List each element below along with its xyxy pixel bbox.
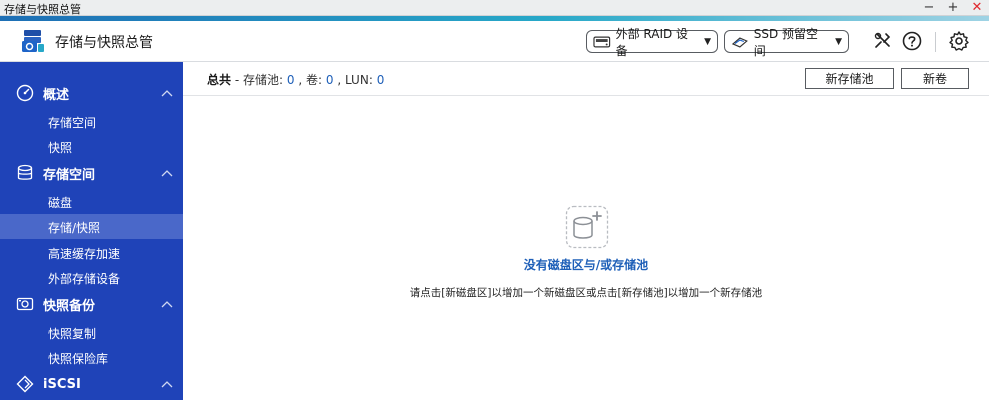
sidebar-item-external-storage[interactable]: 外部存储设备 [0,265,183,290]
sidebar-item-label: 存储空间 [48,116,97,130]
tools-icon[interactable] [872,30,894,52]
summary-total-label: 总共 [207,73,232,87]
sidebar-group-iscsi[interactable]: iSCSI [0,369,183,399]
sidebar-item-label: 存储/快照 [48,221,101,235]
external-raid-button[interactable]: 外部 RAID 设备 ▼ [586,27,718,58]
header-divider [935,32,936,52]
ssd-icon [731,36,748,48]
sidebar-item-label: 快照 [48,141,73,155]
app-title: 存储与快照总管 [55,35,153,51]
sidebar-item-label: 快照复制 [48,327,97,341]
sidebar-group-storage[interactable]: 存储空间 [0,158,183,188]
external-raid-label: 外部 RAID 设备 [615,26,689,58]
summary-lun-count: 0 [376,73,385,87]
chevron-down-icon: ▼ [704,36,711,47]
sidebar-item-label: 快照保险库 [48,352,109,366]
minimize-button[interactable]: − [923,0,935,16]
sidebar: 概述 存储空间 快照 存储空间 磁盘 存储/快照 高速缓存加速 外部存储设备 快… [0,62,183,400]
gear-icon[interactable] [948,30,970,52]
sidebar-group-snapshot-backup[interactable]: 快照备份 [0,289,183,319]
sidebar-item-snapshot-replica[interactable]: 快照复制 [0,320,183,345]
sidebar-item-disks[interactable]: 磁盘 [0,189,183,214]
sidebar-group-label: 存储空间 [43,167,96,183]
summary-volume-count: 0 [325,73,334,87]
window-titlebar: 存储与快照总管 − + ✕ [0,0,989,16]
sidebar-item-snapshot-vault[interactable]: 快照保险库 [0,345,183,370]
app-header: 存储与快照总管 外部 RAID 设备 ▼ SSD 预留空间 ▼ [0,21,989,62]
window-controls: − + ✕ [923,0,983,16]
ssd-overprovision-button[interactable]: SSD 预留空间 ▼ [724,27,849,58]
maximize-button[interactable]: + [947,0,959,16]
help-icon[interactable] [901,30,923,52]
empty-state-description: 请点击[新磁盘区]以增加一个新磁盘区或点击[新存储池]以增加一个新存储池 [409,287,763,299]
empty-state-title: 没有磁盘区与/或存储池 [523,258,649,272]
new-volume-button[interactable]: 新卷 [901,68,969,89]
sidebar-item-snapshot[interactable]: 快照 [0,134,183,159]
window-title: 存储与快照总管 [4,3,81,16]
main-content: 总共 - 存储池: 0 , 卷: 0 , LUN: 0 新存储池 新卷 没有磁盘… [183,62,989,400]
ssd-overprovision-label: SSD 预留空间 [753,26,819,58]
summary-pool-label: 存储池: [243,73,284,87]
chevron-up-icon [161,381,173,388]
database-icon [17,164,33,180]
close-button[interactable]: ✕ [971,0,983,16]
sidebar-group-label: 快照备份 [43,298,96,314]
chevron-up-icon [161,90,173,97]
sidebar-group-label: iSCSI [43,376,81,392]
summary-lun-label: LUN: [344,73,373,87]
sidebar-group-label: 概述 [43,87,70,103]
sidebar-item-cache-acceleration[interactable]: 高速缓存加速 [0,240,183,265]
new-storage-pool-button[interactable]: 新存储池 [805,68,894,89]
storage-summary: 总共 - 存储池: 0 , 卷: 0 , LUN: 0 [207,73,385,87]
sidebar-item-storage-snapshot[interactable]: 存储/快照 [0,214,183,239]
sidebar-item-label: 磁盘 [48,196,73,210]
iscsi-icon [16,375,34,393]
chevron-down-icon: ▼ [835,36,842,47]
disk-icon [593,36,611,47]
sidebar-item-label: 高速缓存加速 [48,247,121,261]
summary-pool-count: 0 [286,73,295,87]
empty-storage-icon [565,205,609,249]
sidebar-item-label: 外部存储设备 [48,272,121,286]
chevron-up-icon [161,170,173,177]
camera-icon [16,297,34,311]
chevron-up-icon [161,301,173,308]
summary-volume-label: 卷: [305,73,323,87]
logo-icon [22,30,44,52]
dashboard-icon [16,84,34,102]
sidebar-group-overview[interactable]: 概述 [0,78,183,108]
sidebar-item-storage-space[interactable]: 存储空间 [0,109,183,134]
toolbar-divider [183,95,989,96]
